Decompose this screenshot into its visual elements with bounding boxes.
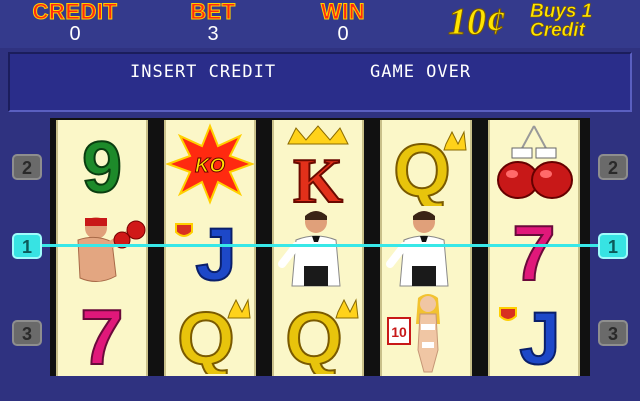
glove-left-shine [506, 170, 518, 178]
bet-value: 3 [207, 23, 219, 45]
jack-text: J [195, 213, 236, 290]
payline-1-indicator-right[interactable]: 1 [598, 233, 628, 259]
bottom-bezel [0, 376, 640, 401]
queen-text: Q [177, 297, 235, 374]
credit-value: 0 [69, 23, 81, 45]
payline-2-indicator-left[interactable]: 2 [12, 154, 42, 180]
denomination-text: Buys 1 Credit [530, 1, 610, 41]
boxer-glove-1 [126, 220, 146, 240]
payline-3-indicator-right[interactable]: 3 [598, 320, 628, 346]
king-symbol: K [274, 122, 362, 217]
credit-meter: CREDIT 0 [20, 0, 130, 44]
ring-girl-top [421, 324, 435, 330]
reel-5: 7 J [488, 120, 580, 376]
king-crown [287, 125, 349, 145]
denomination-sign: 10¢ Buys 1 Credit [448, 0, 638, 46]
denomination-text-line1: Buys 1 [530, 1, 593, 22]
insert-credit-message: INSERT CREDIT [130, 62, 277, 82]
jack-symbol: J [166, 206, 254, 297]
gloves-cuff-1 [511, 147, 533, 159]
boxer-headgear [85, 218, 107, 226]
referee-symbol [382, 206, 470, 290]
queen-symbol: Q [166, 290, 254, 376]
message-panel: INSERT CREDIT GAME OVER [8, 52, 632, 112]
payline-1 [42, 244, 598, 247]
win-meter: WIN 0 [288, 0, 398, 44]
referee-symbol [274, 206, 362, 290]
payline-1-indicator-left[interactable]: 1 [12, 233, 42, 259]
reel-1: 9 7 [56, 120, 148, 376]
seven-text: 7 [80, 293, 123, 374]
denomination-text-line2: Credit [530, 20, 586, 41]
nine-symbol: 9 [58, 122, 146, 209]
credit-label: CREDIT [32, 0, 118, 24]
referee-trousers [412, 266, 436, 286]
reel-2: KO J Q [164, 120, 256, 376]
queen-text: Q [285, 297, 343, 374]
jack-text: J [519, 297, 560, 374]
seven-text: 7 [512, 209, 555, 290]
nine-text: 9 [82, 128, 122, 206]
glove-right [531, 161, 573, 199]
king-text: K [293, 145, 343, 206]
ko-text: KO [195, 155, 225, 177]
boxer-symbol [58, 206, 146, 290]
queen-text: Q [393, 129, 451, 206]
payline-3-indicator-left[interactable]: 3 [12, 320, 42, 346]
ring-card-text: 10 [391, 324, 407, 340]
boxing-gloves-symbol [490, 122, 578, 206]
bet-meter: BET 3 [158, 0, 268, 44]
win-label: WIN [320, 0, 366, 24]
referee-hair [305, 211, 327, 220]
ring-girl-symbol: 10 [382, 290, 470, 374]
denomination-amount: 10¢ [448, 1, 506, 43]
reel-4: Q 10 [380, 120, 472, 376]
reel-3: K Q [272, 120, 364, 376]
seven-symbol: 7 [58, 290, 146, 376]
seven-symbol: 7 [490, 206, 578, 298]
jack-crest [499, 307, 517, 321]
win-value: 0 [337, 23, 349, 45]
ko-burst-symbol: KO [166, 122, 254, 206]
referee-hair [413, 211, 435, 220]
ring-girl-bottom [422, 342, 434, 348]
queen-symbol: Q [274, 290, 362, 376]
queen-symbol: Q [382, 122, 470, 213]
ring-girl-head [420, 296, 436, 312]
jack-symbol: J [490, 290, 578, 376]
bet-label: BET [190, 0, 236, 24]
gloves-cuff-2 [535, 147, 557, 159]
game-over-message: GAME OVER [370, 62, 472, 82]
glove-right-shine [540, 170, 552, 178]
jack-crest [175, 223, 193, 237]
payline-2-indicator-right[interactable]: 2 [598, 154, 628, 180]
referee-trousers [304, 266, 328, 286]
